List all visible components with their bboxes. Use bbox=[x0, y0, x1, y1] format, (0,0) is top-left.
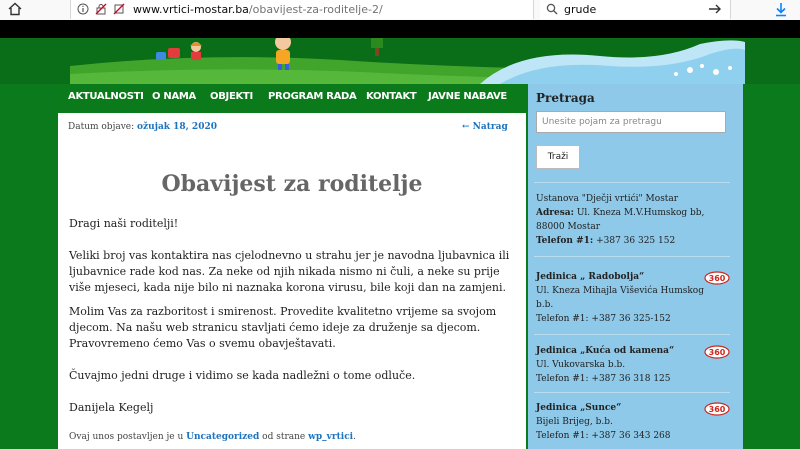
browser-toolbar: www.vrtici-mostar.ba/obavijest-za-rodite… bbox=[0, 0, 800, 21]
url-bar[interactable]: www.vrtici-mostar.ba/obavijest-za-rodite… bbox=[70, 0, 601, 19]
post-content: Datum objave: ožujak 18, 2020 ← Natrag O… bbox=[58, 113, 526, 449]
nav-item-o-nama[interactable]: O NAMA bbox=[152, 91, 196, 102]
unit-address: Ul. Vukovarska b.b. bbox=[536, 360, 626, 370]
post-signature: Danijela Kegelj bbox=[69, 401, 154, 414]
unit-phone: Telefon #1: +387 36 343 268 bbox=[536, 431, 671, 441]
footer-prefix: Ovaj unos postavljen je u bbox=[69, 432, 187, 442]
360-tour-icon[interactable]: 360 bbox=[704, 402, 730, 416]
search-icon bbox=[546, 3, 558, 15]
post-date-link[interactable]: ožujak 18, 2020 bbox=[137, 122, 217, 132]
unit-address: Ul. Kneza Mihajla Viševića Humskog b.b. bbox=[536, 286, 704, 310]
org-info: Ustanova "Dječji vrtići" Mostar Adresa: … bbox=[536, 192, 726, 248]
black-bar bbox=[0, 20, 800, 38]
unit-name[interactable]: Jedinica „Kuća od kamena“ bbox=[536, 344, 726, 358]
arrow-right-icon[interactable] bbox=[708, 3, 722, 15]
url-path: /obavijest-za-roditelje-2/ bbox=[248, 3, 383, 16]
back-link[interactable]: ← Natrag bbox=[462, 122, 508, 132]
permissions-icon[interactable] bbox=[113, 3, 125, 15]
search-widget-title: Pretraga bbox=[536, 91, 595, 105]
unit-name[interactable]: Jedinica „Sunce“ bbox=[536, 401, 726, 415]
org-city: 88000 Mostar bbox=[536, 222, 601, 232]
category-link[interactable]: Uncategorized bbox=[186, 432, 259, 442]
unit-card: Jedinica „ Radobolja“ Ul. Kneza Mihajla … bbox=[536, 270, 726, 326]
org-name: Ustanova "Dječji vrtići" Mostar bbox=[536, 194, 679, 204]
svg-text:360: 360 bbox=[709, 274, 726, 283]
divider bbox=[534, 182, 730, 183]
unit-phone: Telefon #1: +387 36 318 125 bbox=[536, 374, 671, 384]
insecure-lock-icon[interactable] bbox=[95, 3, 107, 15]
search-button[interactable]: Traži bbox=[536, 145, 580, 169]
download-icon[interactable] bbox=[774, 2, 788, 17]
nav-item-aktualnosti[interactable]: AKTUALNOSTI bbox=[68, 91, 144, 102]
nav-item-javne-nabave[interactable]: JAVNE NABAVE bbox=[428, 91, 507, 102]
nav-item-kontakt[interactable]: KONTAKT bbox=[366, 91, 417, 102]
url-text[interactable]: www.vrtici-mostar.ba/obavijest-za-rodite… bbox=[133, 3, 383, 16]
sidebar: Pretraga Traži Ustanova "Dječji vrtići" … bbox=[528, 84, 743, 449]
phone-value: +387 36 325 152 bbox=[593, 236, 676, 246]
author-link[interactable]: wp_vrtici bbox=[308, 432, 353, 442]
unit-address: Bijeli Brijeg, b.b. bbox=[536, 417, 613, 427]
url-host: www.vrtici-mostar.ba bbox=[133, 3, 249, 16]
nav-item-objekti[interactable]: OBJEKTI bbox=[210, 91, 253, 102]
divider bbox=[534, 392, 730, 393]
unit-phone: Telefon #1: +387 36 325-152 bbox=[536, 314, 671, 324]
divider bbox=[534, 256, 730, 257]
header-illustration bbox=[0, 38, 800, 84]
unit-card: Jedinica „Kuća od kamena“ Ul. Vukovarska… bbox=[536, 344, 726, 386]
date-label: Datum objave: bbox=[68, 122, 138, 132]
360-tour-icon[interactable]: 360 bbox=[704, 271, 730, 285]
org-phone: Telefon #1: +387 36 325 152 bbox=[536, 234, 726, 248]
search-input[interactable]: grude bbox=[564, 3, 596, 16]
home-icon[interactable] bbox=[8, 2, 22, 16]
post-paragraph: Molim Vas za razboritost i smirenost. Pr… bbox=[69, 305, 497, 350]
unit-name[interactable]: Jedinica „ Radobolja“ bbox=[536, 270, 726, 284]
footer-middle: od strane bbox=[259, 432, 309, 442]
unit-card: Jedinica „Sunce“ Bijeli Brijeg, b.b. Tel… bbox=[536, 401, 726, 443]
post-title: Obavijest za roditelje bbox=[161, 171, 423, 197]
search-bar[interactable]: grude bbox=[540, 0, 731, 19]
post-paragraph: Čuvajmo jedni druge i vidimo se kada nad… bbox=[69, 369, 416, 382]
org-address: Adresa: Ul. Kneza M.V.Humskog bb, bbox=[536, 206, 726, 220]
360-tour-icon[interactable]: 360 bbox=[704, 345, 730, 359]
post-footer: Ovaj unos postavljen je u Uncategorized … bbox=[69, 432, 356, 442]
divider bbox=[534, 334, 730, 335]
main-nav: AKTUALNOSTI O NAMA OBJEKTI PROGRAM RADA … bbox=[58, 84, 528, 110]
address-value: Ul. Kneza M.V.Humskog bb, bbox=[573, 208, 705, 218]
site-search-input[interactable] bbox=[536, 111, 726, 133]
phone-label: Telefon #1: bbox=[536, 236, 594, 246]
post-meta: Datum objave: ožujak 18, 2020 bbox=[68, 122, 217, 132]
site-header bbox=[0, 38, 800, 84]
post-paragraph: Veliki broj vas kontaktira nas cjelodnev… bbox=[69, 249, 510, 294]
info-icon[interactable] bbox=[77, 3, 89, 15]
address-label: Adresa: bbox=[536, 208, 574, 218]
nav-item-program-rada[interactable]: PROGRAM RADA bbox=[268, 91, 357, 102]
footer-suffix: . bbox=[353, 432, 356, 442]
post-paragraph: Dragi naši roditelji! bbox=[69, 217, 179, 230]
svg-text:360: 360 bbox=[709, 348, 726, 357]
svg-text:360: 360 bbox=[709, 405, 726, 414]
